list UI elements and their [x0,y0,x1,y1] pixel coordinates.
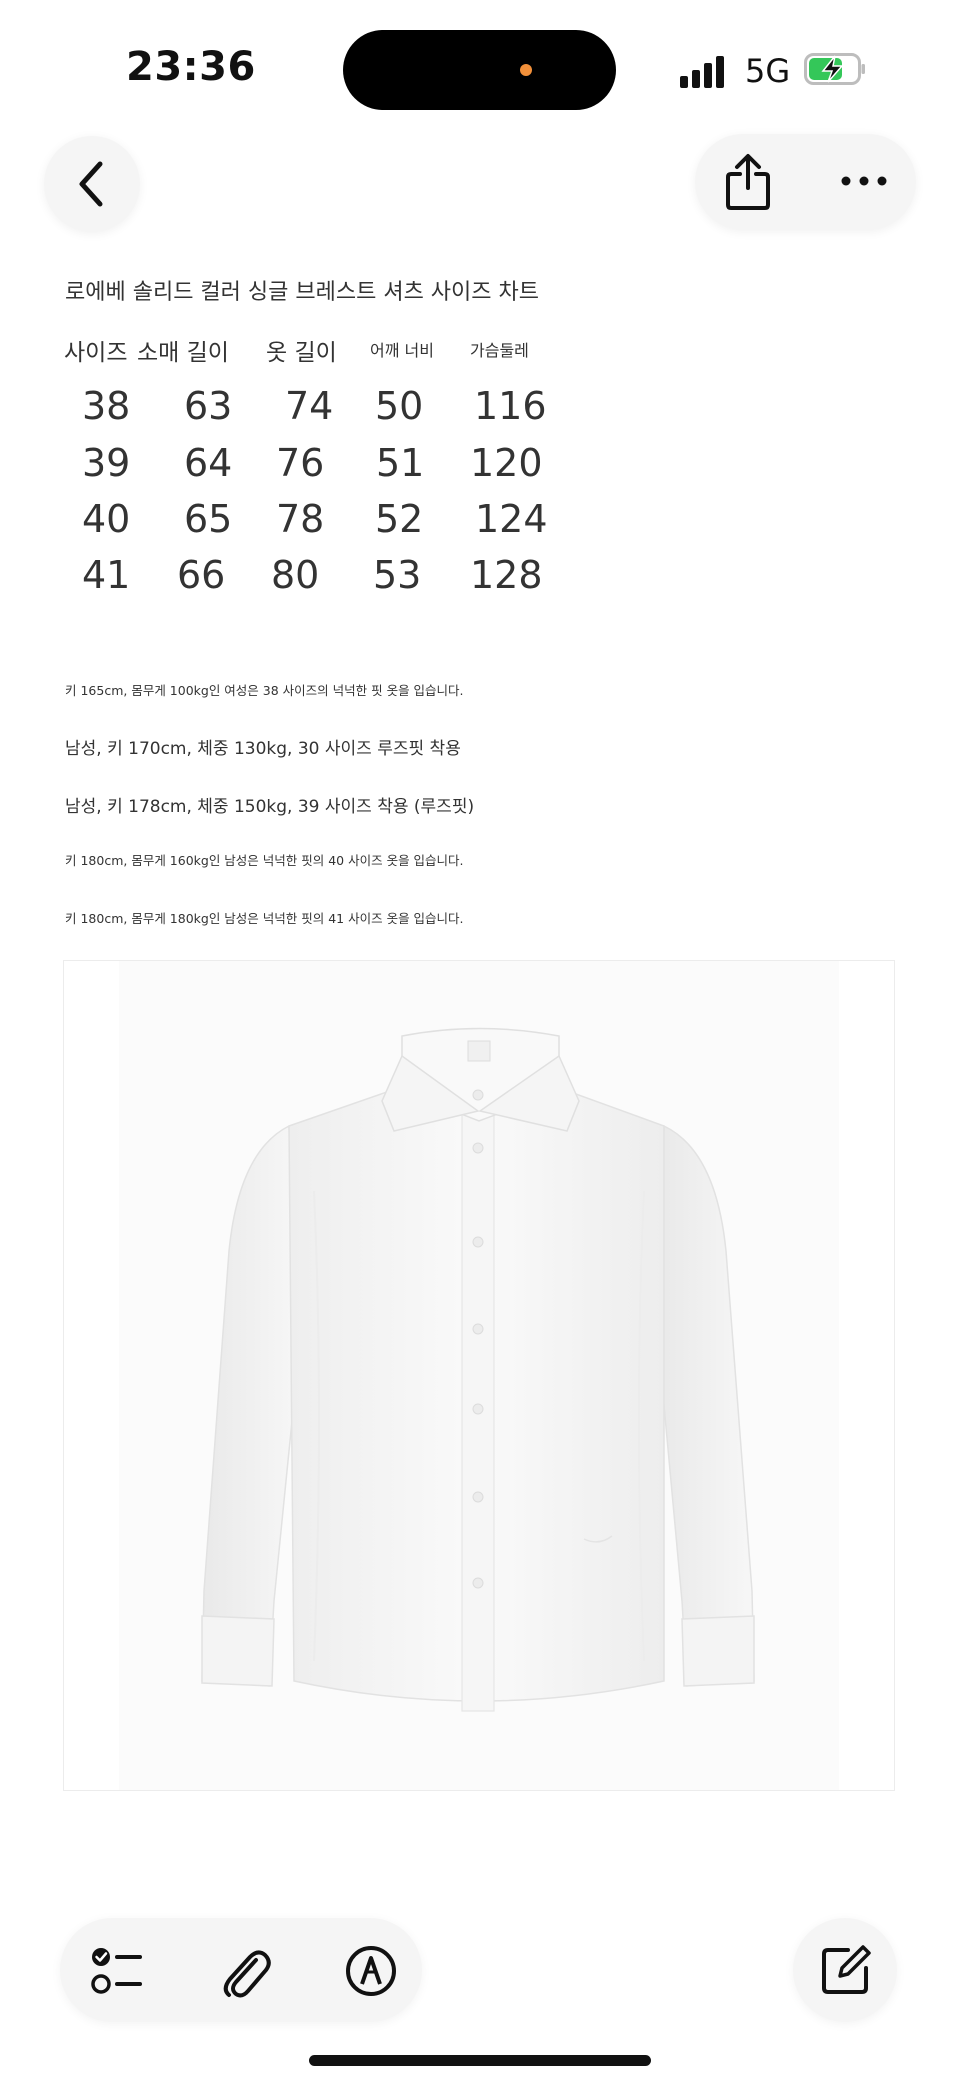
table-cell: 116 [474,384,547,428]
bottom-toolbar [60,1918,422,2022]
table-cell: 120 [470,441,543,485]
table-cell: 38 [82,384,131,428]
compose-icon [822,1945,871,1994]
back-button[interactable] [44,136,140,232]
table-cell: 40 [82,497,131,541]
table-cell: 80 [271,553,320,597]
table-cell: 51 [376,441,425,485]
dynamic-island [343,30,616,110]
table-cell: 41 [82,553,131,597]
product-image[interactable] [63,960,895,1791]
table-cell: 78 [276,497,325,541]
fit-note: 남성, 키 178cm, 체중 150kg, 39 사이즈 착용 (루즈핏) [65,797,475,817]
table-cell: 76 [276,441,325,485]
fit-note: 키 180cm, 몸무게 160kg인 남성은 넉넉한 핏의 40 사이즈 옷을… [65,853,464,868]
header-size: 사이즈 [64,340,128,366]
note-actions-group [695,134,916,230]
chevron-left-icon [79,161,103,207]
table-cell: 65 [184,497,233,541]
fit-note: 키 165cm, 몸무게 100kg인 여성은 38 사이즈의 넉넉한 핏 옷을… [65,683,464,698]
table-cell: 52 [375,497,424,541]
header-length: 옷 길이 [266,340,337,366]
network-type: 5G [745,52,791,90]
status-time: 23:36 [126,44,256,90]
markup-pen-icon[interactable] [344,1944,398,1998]
table-cell: 39 [82,441,131,485]
header-chest: 가슴둘레 [470,341,529,360]
table-cell: 63 [184,384,233,428]
table-cell: 66 [177,553,226,597]
compose-button[interactable] [793,1918,897,2022]
table-cell: 53 [373,553,422,597]
header-shoulder-width: 어깨 너비 [370,341,434,360]
home-indicator[interactable] [309,2055,651,2066]
battery-charging-icon [804,53,865,85]
fit-note: 키 180cm, 몸무게 180kg인 남성은 넉넉한 핏의 41 사이즈 옷을… [65,911,464,926]
table-cell: 50 [375,384,424,428]
cellular-signal-icon [680,56,728,88]
paperclip-icon[interactable] [218,1944,272,1998]
header-sleeve-length: 소매 길이 [137,340,229,366]
table-cell: 128 [470,553,543,597]
table-cell: 64 [184,441,233,485]
size-chart-title: 로에베 솔리드 컬러 싱글 브레스트 셔츠 사이즈 차트 [65,280,539,305]
table-cell: 124 [475,497,548,541]
fit-note: 남성, 키 170cm, 체중 130kg, 30 사이즈 루즈핏 착용 [65,739,461,759]
ellipsis-icon[interactable] [841,172,887,190]
checklist-icon[interactable] [90,1944,144,1998]
privacy-indicator-dot [520,64,532,76]
share-icon[interactable] [723,152,773,212]
white-shirt-illustration [119,961,839,1790]
table-cell: 74 [285,384,334,428]
